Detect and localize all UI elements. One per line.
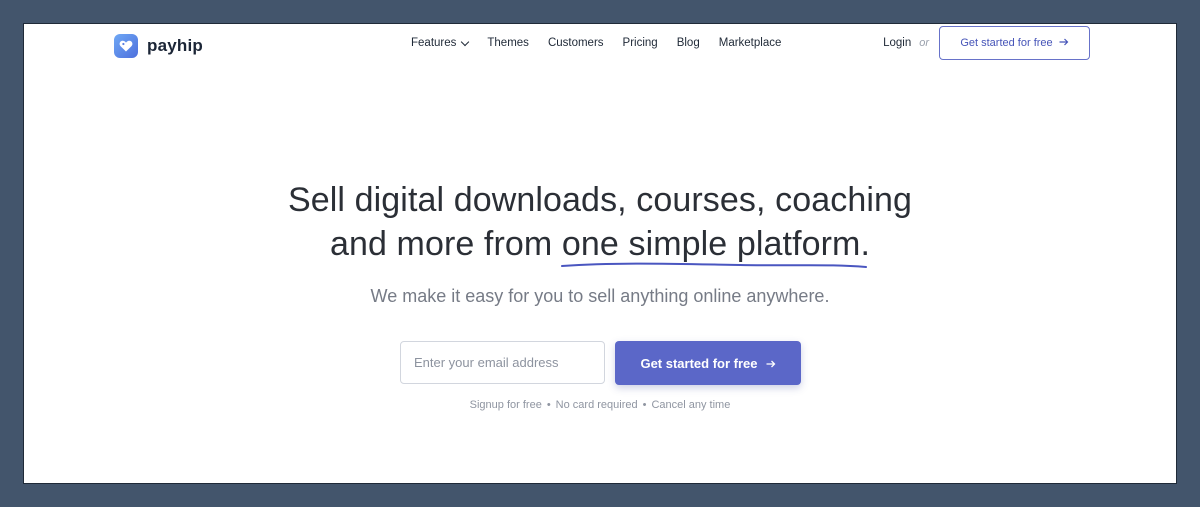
note-separator: • bbox=[642, 399, 647, 411]
nav-features-label: Features bbox=[411, 37, 457, 49]
nav-pricing[interactable]: Pricing bbox=[623, 37, 658, 49]
site-header: payhip Features Themes Customers Pricing… bbox=[24, 24, 1176, 64]
hero-title-line1: Sell digital downloads, courses, coachin… bbox=[287, 181, 913, 219]
note-signup-free: Signup for free bbox=[469, 399, 542, 411]
payhip-logo[interactable]: payhip bbox=[114, 34, 203, 58]
main-nav: Features Themes Customers Pricing Blog M… bbox=[411, 37, 781, 49]
nav-customers[interactable]: Customers bbox=[548, 37, 604, 49]
header-get-started-label: Get started for free bbox=[960, 37, 1053, 49]
login-link[interactable]: Login bbox=[883, 37, 911, 49]
hero-title-highlight-text: one simple platform bbox=[561, 225, 861, 263]
heart-tag-icon bbox=[114, 34, 138, 58]
signup-form: Get started for free bbox=[400, 341, 801, 385]
hero-get-started-label: Get started for free bbox=[640, 355, 758, 371]
note-separator: • bbox=[546, 399, 551, 411]
browser-page: payhip Features Themes Customers Pricing… bbox=[24, 24, 1176, 483]
hero-title-highlight: one simple platform bbox=[560, 222, 867, 268]
arrow-right-icon bbox=[766, 356, 776, 371]
hero-title: Sell digital downloads, courses, coachin… bbox=[24, 178, 1176, 268]
nav-themes[interactable]: Themes bbox=[487, 37, 529, 49]
or-separator: or bbox=[919, 37, 929, 49]
underline-squiggle-icon bbox=[560, 262, 867, 268]
email-input[interactable] bbox=[400, 341, 605, 384]
signup-notes: Signup for free • No card required • Cancel … bbox=[24, 399, 1176, 411]
nav-features[interactable]: Features bbox=[411, 37, 470, 49]
arrow-right-icon bbox=[1059, 37, 1069, 49]
note-cancel: Cancel any time bbox=[651, 399, 731, 411]
chevron-down-icon bbox=[461, 37, 470, 46]
nav-blog[interactable]: Blog bbox=[677, 37, 700, 49]
header-get-started-button[interactable]: Get started for free bbox=[939, 26, 1090, 60]
header-actions: Login or Get started for free bbox=[883, 26, 1090, 60]
hero-title-line2-prefix: and more from bbox=[329, 225, 562, 263]
hero-subtitle: We make it easy for you to sell anything… bbox=[370, 286, 830, 306]
hero-get-started-button[interactable]: Get started for free bbox=[615, 341, 801, 385]
note-no-card: No card required bbox=[555, 399, 638, 411]
hero-title-line2-suffix: . bbox=[860, 225, 871, 263]
brand-name: payhip bbox=[147, 36, 203, 55]
nav-marketplace[interactable]: Marketplace bbox=[719, 37, 782, 49]
